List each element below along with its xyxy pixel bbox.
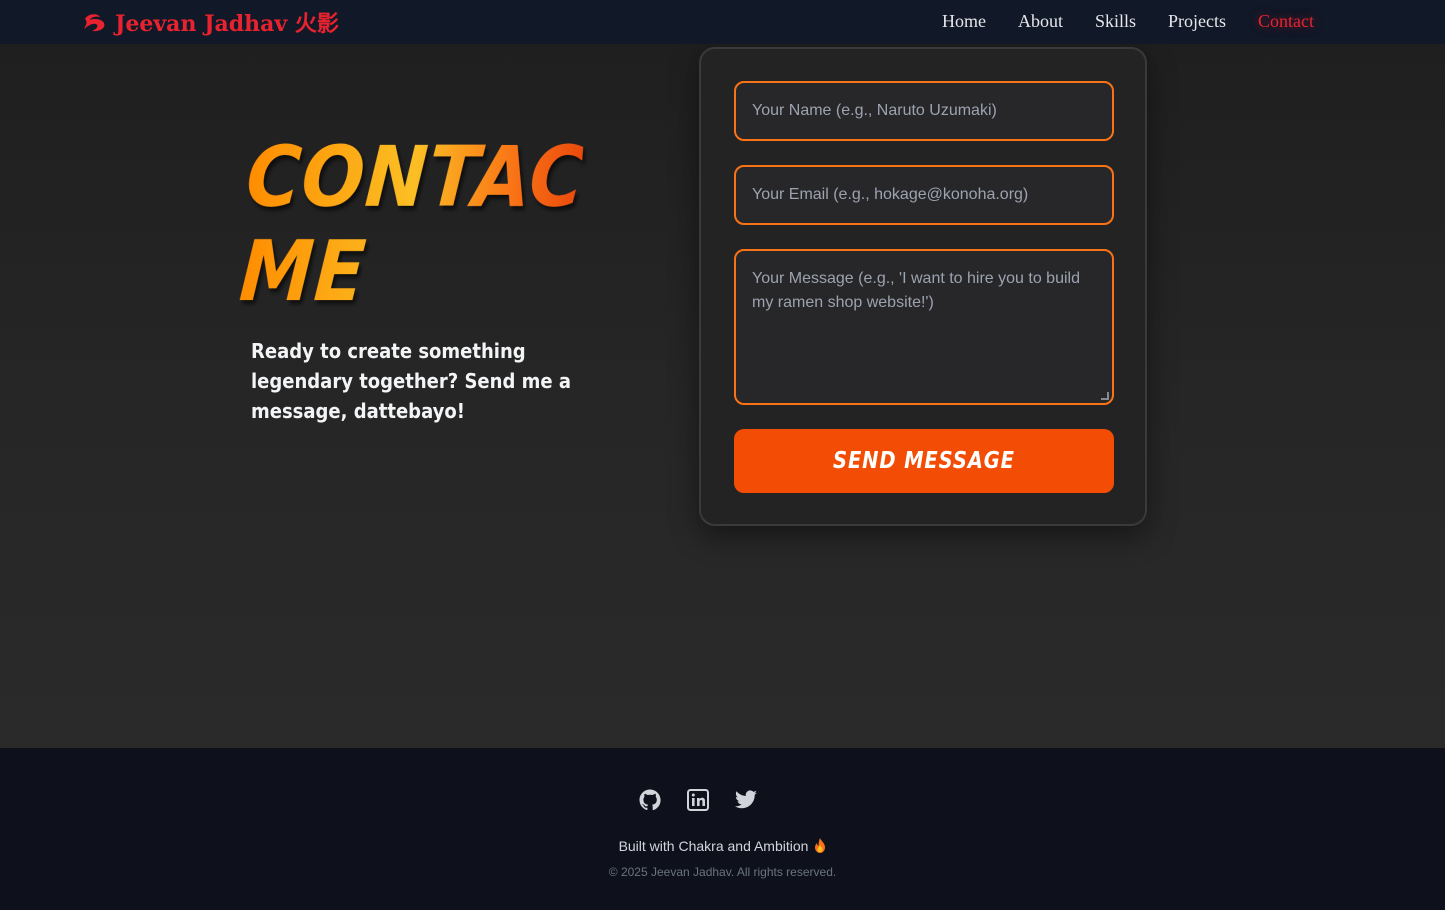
message-textarea[interactable]: Your Message (e.g., 'I want to hire you … <box>734 249 1114 405</box>
twitter-icon[interactable] <box>734 788 758 812</box>
contact-subtext: Ready to create something legendary toge… <box>251 339 571 423</box>
heading-line-1: CONTACT <box>243 128 640 226</box>
name-input[interactable]: Your Name (e.g., Naruto Uzumaki) <box>734 81 1114 141</box>
email-placeholder: Your Email (e.g., hokage@konoha.org) <box>752 186 1029 203</box>
copyright-text: © 2025 Jeevan Jadhav. All rights reserve… <box>608 865 837 879</box>
send-button-label: SEND MESSAGE <box>833 448 1015 474</box>
linkedin-icon[interactable] <box>686 788 710 812</box>
message-placeholder: Your Message (e.g., 'I want to hire you … <box>752 270 1080 311</box>
built-with-text: Built with Chakra and Ambition <box>0 838 1445 856</box>
name-placeholder: Your Name (e.g., Naruto Uzumaki) <box>752 102 997 119</box>
nav-link-home[interactable]: Home <box>942 11 986 32</box>
contact-section: CONTACT ME Ready to create something leg… <box>0 44 1445 748</box>
social-links <box>638 788 758 812</box>
built-with-label: Built with Chakra and Ambition <box>618 838 809 854</box>
nav-links: Home About Skills Projects Contact <box>942 11 1346 32</box>
brand-name: Jeevan Jadhav 火影 <box>115 11 339 37</box>
heading-line-2: ME <box>236 222 370 320</box>
github-icon[interactable] <box>638 788 662 812</box>
navbar: Jeevan Jadhav 火影 Home About Skills Proje… <box>0 0 1445 44</box>
nav-link-projects[interactable]: Projects <box>1168 11 1226 32</box>
contact-heading: CONTACT ME <box>237 130 585 318</box>
nav-link-about[interactable]: About <box>1018 11 1063 32</box>
send-message-button[interactable]: SEND MESSAGE <box>734 429 1114 493</box>
nav-link-skills[interactable]: Skills <box>1095 11 1136 32</box>
resize-handle-icon[interactable] <box>1101 392 1109 400</box>
footer: Built with Chakra and Ambition © 2025 Je… <box>0 748 1445 910</box>
email-input[interactable]: Your Email (e.g., hokage@konoha.org) <box>734 165 1114 225</box>
swirl-icon <box>82 11 108 33</box>
fire-icon <box>814 838 826 856</box>
brand-logo[interactable]: Jeevan Jadhav 火影 <box>82 6 339 38</box>
nav-link-contact[interactable]: Contact <box>1258 11 1314 32</box>
contact-form: Your Name (e.g., Naruto Uzumaki) Your Em… <box>699 47 1147 526</box>
